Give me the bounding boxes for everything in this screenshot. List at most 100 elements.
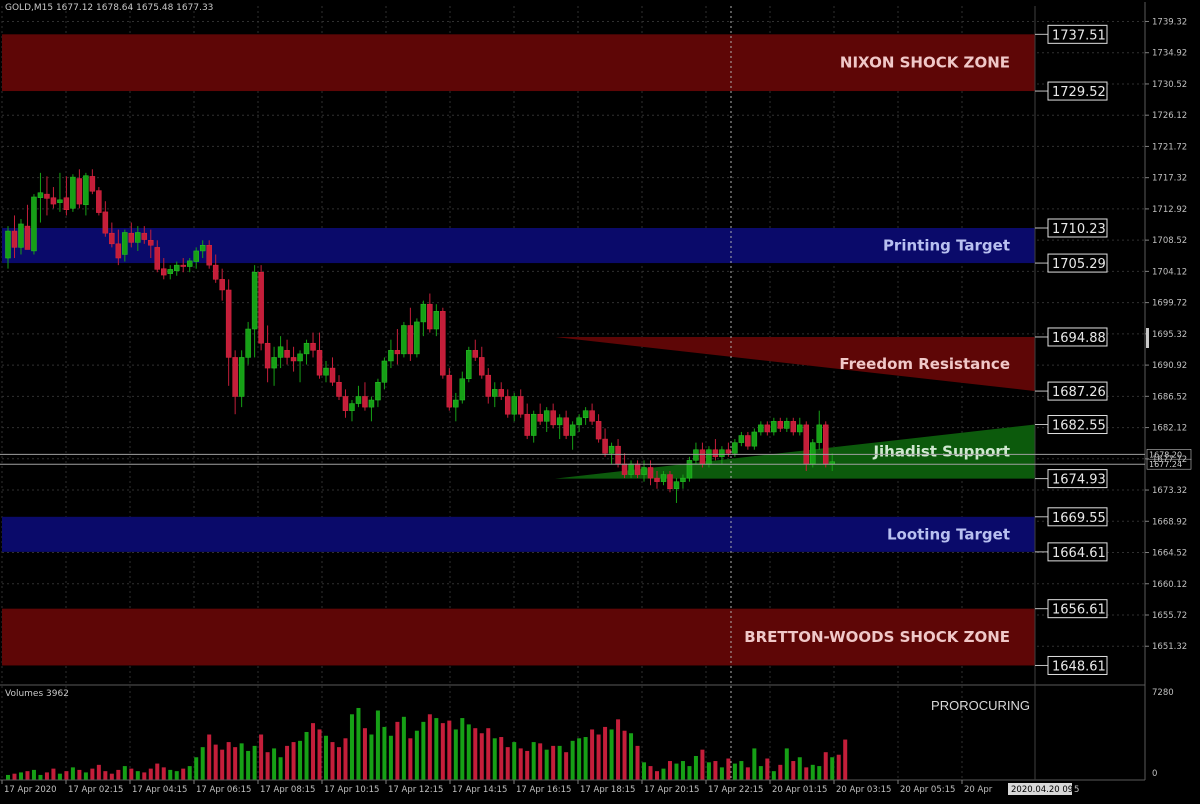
- volume-bar[interactable]: [466, 724, 471, 780]
- candle[interactable]: [219, 279, 225, 291]
- volume-bar[interactable]: [12, 773, 17, 780]
- volume-bar[interactable]: [655, 771, 659, 780]
- volume-bar[interactable]: [544, 749, 549, 780]
- volume-bar[interactable]: [810, 764, 815, 780]
- candle[interactable]: [466, 350, 472, 379]
- candle[interactable]: [375, 382, 381, 401]
- candle[interactable]: [556, 417, 563, 426]
- candle[interactable]: [485, 374, 492, 397]
- candle[interactable]: [667, 474, 673, 490]
- candle[interactable]: [803, 424, 810, 465]
- candle[interactable]: [745, 435, 751, 447]
- volume-bar[interactable]: [512, 742, 517, 780]
- volume-bar[interactable]: [817, 766, 822, 780]
- volume-bar[interactable]: [590, 729, 595, 780]
- candle[interactable]: [102, 211, 109, 234]
- volume-bar[interactable]: [83, 772, 88, 780]
- candle[interactable]: [96, 190, 102, 213]
- volume-bar[interactable]: [226, 742, 231, 780]
- candle[interactable]: [647, 467, 654, 479]
- candle[interactable]: [128, 232, 135, 243]
- volume-bar[interactable]: [207, 734, 212, 780]
- volume-bar[interactable]: [298, 740, 303, 780]
- candle[interactable]: [479, 357, 485, 376]
- volume-bar[interactable]: [330, 742, 335, 780]
- volume-bar[interactable]: [596, 734, 601, 780]
- volume-bar[interactable]: [259, 734, 264, 780]
- volume-bar[interactable]: [603, 726, 608, 780]
- volume-bar[interactable]: [155, 763, 160, 780]
- volume-bar[interactable]: [51, 768, 56, 780]
- candle[interactable]: [654, 477, 660, 482]
- volume-bar[interactable]: [239, 743, 244, 780]
- volume-bar[interactable]: [25, 771, 30, 780]
- volume-bar[interactable]: [538, 743, 543, 780]
- candle[interactable]: [628, 463, 634, 475]
- volume-bar[interactable]: [577, 738, 582, 780]
- volume-bar[interactable]: [622, 730, 627, 780]
- candle[interactable]: [310, 342, 316, 351]
- candle[interactable]: [161, 268, 167, 276]
- volume-bar[interactable]: [395, 721, 400, 780]
- candle[interactable]: [225, 289, 232, 358]
- volume-bar[interactable]: [194, 757, 199, 780]
- candle[interactable]: [186, 260, 193, 267]
- volume-bar[interactable]: [103, 771, 108, 780]
- candle[interactable]: [407, 325, 414, 355]
- volume-bar[interactable]: [492, 738, 497, 780]
- candle[interactable]: [57, 199, 63, 203]
- candle[interactable]: [109, 232, 115, 245]
- volume-bar[interactable]: [64, 771, 69, 780]
- volume-bar[interactable]: [18, 772, 23, 780]
- volume-bar[interactable]: [362, 728, 367, 780]
- candle[interactable]: [582, 410, 589, 419]
- volume-bar[interactable]: [680, 761, 685, 780]
- candle[interactable]: [212, 264, 219, 280]
- volume-bar[interactable]: [135, 771, 140, 780]
- volume-bar[interactable]: [616, 719, 621, 780]
- volume-bar[interactable]: [44, 772, 49, 780]
- candle[interactable]: [686, 460, 693, 479]
- candle[interactable]: [76, 178, 83, 205]
- volume-bar[interactable]: [252, 745, 257, 780]
- candle[interactable]: [764, 424, 771, 433]
- candle[interactable]: [193, 250, 199, 262]
- volume-bar[interactable]: [38, 774, 43, 780]
- volume-bar[interactable]: [479, 733, 484, 780]
- volume-bar[interactable]: [90, 768, 95, 780]
- candle[interactable]: [537, 413, 543, 422]
- candle[interactable]: [673, 481, 680, 490]
- candle[interactable]: [472, 350, 479, 358]
- volume-bar[interactable]: [168, 769, 173, 780]
- volume-bar[interactable]: [317, 729, 322, 780]
- volume-bar[interactable]: [414, 730, 419, 780]
- volume-bar[interactable]: [220, 749, 225, 780]
- candle[interactable]: [595, 421, 602, 440]
- volume-bar[interactable]: [161, 767, 166, 780]
- volume-bar[interactable]: [745, 767, 750, 780]
- volume-bar[interactable]: [791, 761, 796, 780]
- candle[interactable]: [822, 424, 829, 465]
- volume-bar[interactable]: [129, 768, 134, 780]
- candle[interactable]: [388, 350, 394, 362]
- candle[interactable]: [706, 449, 712, 465]
- volume-bar[interactable]: [148, 768, 153, 780]
- candle[interactable]: [608, 445, 615, 454]
- volume-bar[interactable]: [557, 745, 562, 780]
- volume-bar[interactable]: [246, 750, 251, 780]
- candle[interactable]: [5, 230, 11, 259]
- volume-bar[interactable]: [797, 757, 802, 780]
- volume-bar[interactable]: [343, 738, 348, 780]
- candle[interactable]: [232, 357, 238, 397]
- candle[interactable]: [621, 463, 628, 475]
- candle[interactable]: [810, 442, 816, 465]
- volume-bar[interactable]: [70, 767, 75, 780]
- candle[interactable]: [271, 357, 277, 369]
- volume-bar[interactable]: [233, 747, 238, 780]
- candle[interactable]: [89, 176, 96, 192]
- candle[interactable]: [492, 389, 498, 397]
- volume-bar[interactable]: [732, 763, 737, 780]
- candle[interactable]: [712, 449, 719, 458]
- candle[interactable]: [323, 367, 329, 376]
- candle[interactable]: [524, 413, 530, 436]
